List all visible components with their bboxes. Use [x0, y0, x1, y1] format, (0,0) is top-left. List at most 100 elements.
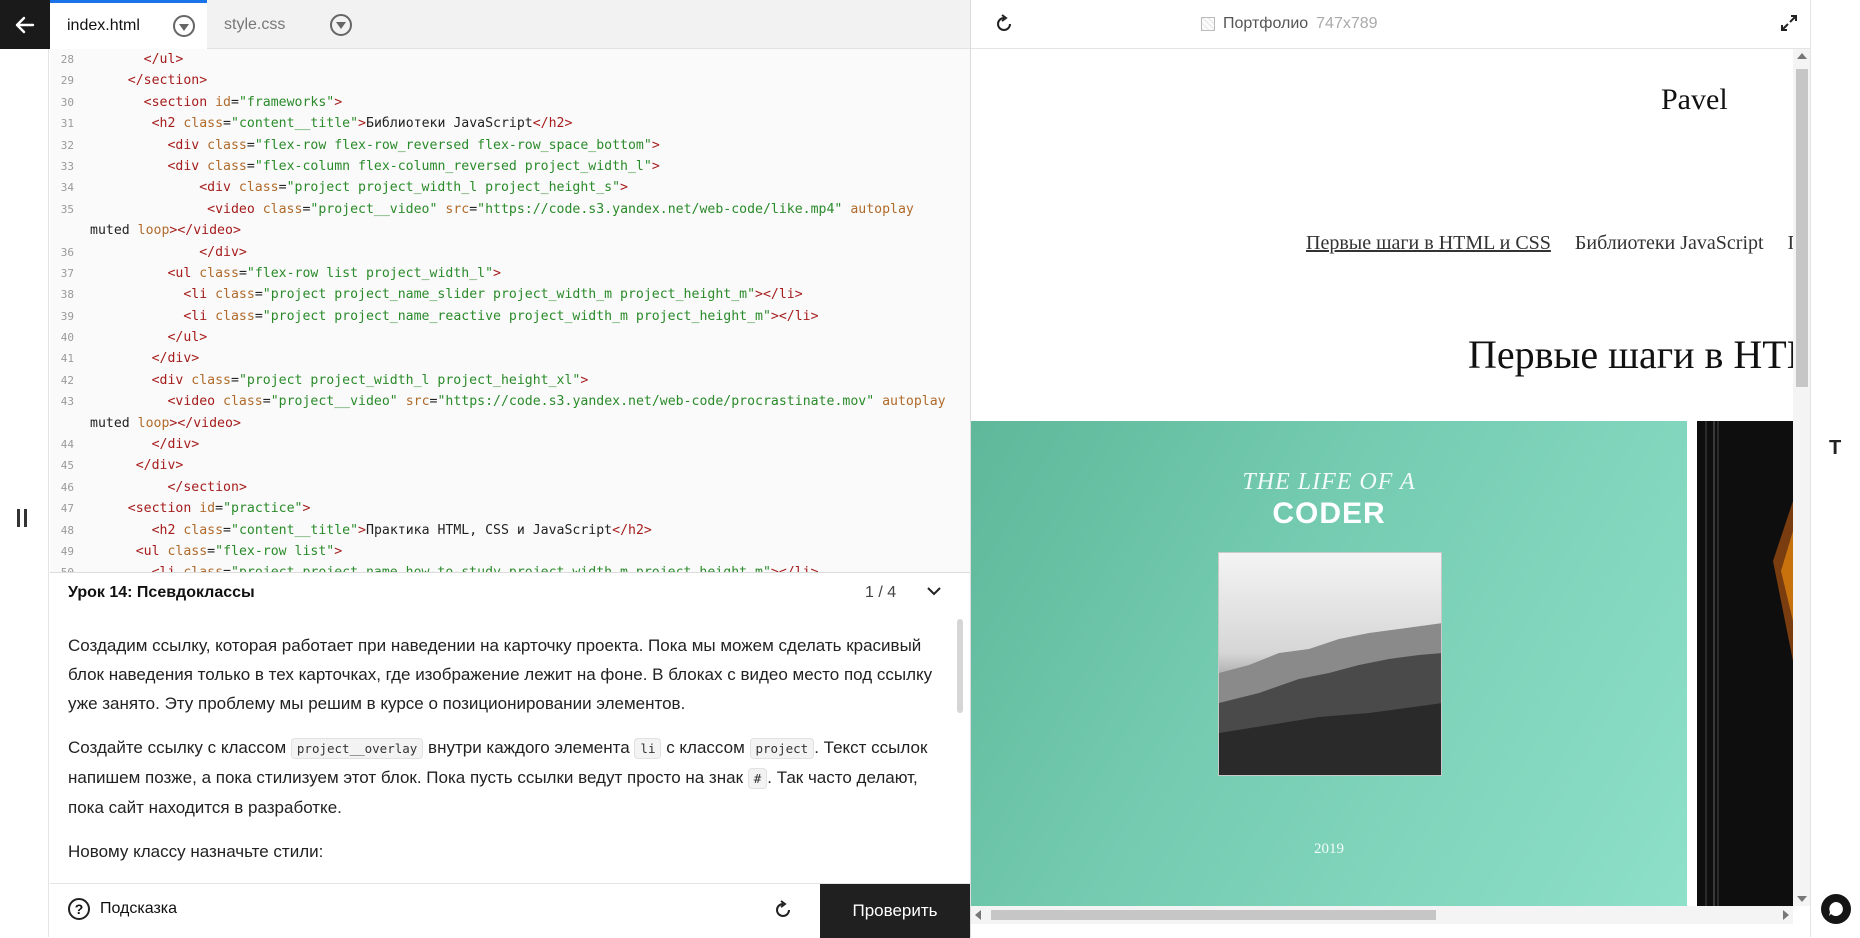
- code-line[interactable]: 50 <li class="project project_name_how-t…: [50, 562, 970, 572]
- reset-icon[interactable]: [772, 899, 794, 921]
- code-text: <li class="project project_name_reactive…: [183, 308, 819, 324]
- back-button[interactable]: [0, 0, 50, 49]
- tab-index-html[interactable]: index.html: [50, 0, 207, 49]
- project-card[interactable]: THE LIFE OF A CODER 2019: [971, 421, 1687, 906]
- code-line[interactable]: 32 <div class="flex-row flex-row_reverse…: [50, 135, 970, 156]
- line-number: 47: [60, 502, 74, 516]
- code-line[interactable]: muted loop></video>: [50, 220, 970, 241]
- code-text: <ul class="flex-row list project_width_l…: [167, 265, 501, 281]
- expand-icon[interactable]: [1779, 13, 1799, 33]
- code-line[interactable]: 44 </div>: [50, 434, 970, 455]
- tab-label: style.css: [224, 15, 286, 33]
- line-number: 32: [60, 138, 74, 152]
- lesson-title: Урок 14: Псевдоклассы: [68, 584, 255, 601]
- card-year: 2019: [1314, 841, 1344, 857]
- code-line[interactable]: muted loop></video>: [50, 413, 970, 434]
- preview-vertical-scrollbar[interactable]: [1793, 49, 1811, 906]
- code-text: <div class="flex-column flex-column_reve…: [167, 158, 660, 174]
- hint-button[interactable]: ? Подсказка: [68, 898, 177, 920]
- code-text: <div class="project project_width_l proj…: [199, 180, 628, 196]
- line-number: 40: [60, 331, 74, 345]
- preview-panel: Портфолио 747x789 Pavel Первые шаги в HT…: [970, 0, 1811, 937]
- preview-viewport[interactable]: Pavel Первые шаги в HTML и CSS Библиотек…: [971, 49, 1793, 906]
- chevron-down-icon[interactable]: [173, 15, 195, 37]
- nav-link[interactable]: Первые шаги в HTML и CSS: [1306, 232, 1551, 255]
- code-text: <section id="frameworks">: [143, 94, 343, 110]
- line-number: 48: [60, 523, 74, 537]
- text-tool-button[interactable]: T: [1829, 437, 1841, 460]
- hint-label: Подсказка: [100, 900, 178, 917]
- code-text: <li class="project project_name_slider p…: [183, 287, 803, 303]
- section-heading: Первые шаги в HTM: [1468, 332, 1793, 377]
- code-line[interactable]: 37 <ul class="flex-row list project_widt…: [50, 263, 970, 284]
- chevron-down-icon[interactable]: [330, 13, 352, 36]
- back-arrow-icon: [15, 16, 35, 33]
- nav-link[interactable]: Библиотеки JavaScript: [1575, 232, 1764, 255]
- pause-icon[interactable]: [17, 509, 31, 527]
- chevron-down-icon[interactable]: [926, 583, 942, 599]
- code-line[interactable]: 47 <section id="practice">: [50, 498, 970, 519]
- code-text: <li class="project project_name_how-to-s…: [96, 562, 819, 572]
- line-number: 37: [60, 266, 74, 280]
- code-line[interactable]: 40 </ul>: [50, 327, 970, 348]
- check-button[interactable]: Проверить: [820, 884, 970, 938]
- code-line[interactable]: 33 <div class="flex-column flex-column_r…: [50, 156, 970, 177]
- preview-page-title: Портфолио: [1223, 15, 1309, 32]
- code-text: <video class="project__video" src="https…: [207, 201, 914, 217]
- code-line[interactable]: 35 <video class="project__video" src="ht…: [50, 199, 970, 220]
- code-line[interactable]: 38 <li class="project project_name_slide…: [50, 284, 970, 305]
- chat-button[interactable]: [1821, 894, 1851, 924]
- code-text: <div class="project project_width_l proj…: [151, 372, 589, 388]
- code-text: <h2 class="content__title">Библиотеки Ja…: [151, 116, 573, 132]
- preview-horizontal-scrollbar[interactable]: [971, 906, 1793, 924]
- lesson-paragraph: Создадим ссылку, которая работает при на…: [68, 636, 933, 713]
- lesson-scrollbar[interactable]: [957, 619, 963, 713]
- left-rail: [0, 49, 49, 937]
- code-text: muted loop></video>: [90, 223, 241, 239]
- code-text: <video class="project__video" src="https…: [167, 394, 946, 410]
- line-number: 35: [60, 202, 74, 216]
- code-text: </div>: [151, 437, 200, 453]
- code-line[interactable]: 49 <ul class="flex-row list">: [50, 541, 970, 562]
- lesson-paragraph: Создайте ссылку с классом project__overl…: [68, 738, 928, 817]
- editor-tabbar: index.html style.css: [50, 0, 970, 49]
- code-line[interactable]: 31 <h2 class="content__title">Библиотеки…: [50, 113, 970, 134]
- line-number: 39: [60, 309, 74, 323]
- code-line[interactable]: 42 <div class="project project_width_l p…: [50, 370, 970, 391]
- inline-code: project__overlay: [290, 738, 424, 759]
- line-number: 38: [60, 288, 74, 302]
- inline-code: li: [634, 738, 662, 759]
- code-text: <ul class="flex-row list">: [135, 543, 343, 559]
- code-line[interactable]: 43 <video class="project__video" src="ht…: [50, 391, 970, 412]
- code-area[interactable]: 28 </ul> 29 </section> 30 <section id="fra…: [50, 49, 970, 572]
- inline-code: #: [747, 768, 768, 789]
- code-line[interactable]: 36 </div>: [50, 242, 970, 263]
- code-text: </section>: [167, 479, 247, 495]
- code-line[interactable]: 28 </ul>: [50, 49, 970, 70]
- code-text: </div>: [135, 458, 184, 474]
- refresh-icon[interactable]: [993, 13, 1015, 35]
- card-image: [1218, 552, 1442, 776]
- lesson-panel: Урок 14: Псевдоклассы 1 / 4 Создадим ссы…: [50, 572, 970, 883]
- preview-title: Портфолио 747x789: [1201, 15, 1378, 33]
- code-text: <div class="flex-row flex-row_reversed f…: [167, 137, 660, 153]
- line-number: 30: [60, 95, 74, 109]
- code-line[interactable]: 45 </div>: [50, 455, 970, 476]
- code-line[interactable]: 48 <h2 class="content__title">Практика H…: [50, 520, 970, 541]
- code-line[interactable]: 46 </section>: [50, 477, 970, 498]
- code-editor: index.html style.css 28 </ul> 29 </sectio…: [50, 0, 970, 572]
- code-line[interactable]: 39 <li class="project project_name_react…: [50, 306, 970, 327]
- right-rail: T: [1810, 0, 1860, 937]
- code-line[interactable]: 34 <div class="project project_width_l p…: [50, 177, 970, 198]
- code-line[interactable]: 29 </section>: [50, 70, 970, 91]
- code-line[interactable]: 30 <section id="frameworks">: [50, 92, 970, 113]
- help-icon: ?: [68, 898, 90, 920]
- code-line[interactable]: 41 </div>: [50, 348, 970, 369]
- line-number: 34: [60, 181, 74, 195]
- page-icon: [1201, 17, 1215, 31]
- code-text: </ul>: [143, 52, 184, 67]
- project-card-video[interactable]: [1697, 421, 1793, 906]
- site-nav: Первые шаги в HTML и CSS Библиотеки Java…: [1306, 232, 1793, 255]
- lesson-header[interactable]: Урок 14: Псевдоклассы 1 / 4: [50, 573, 970, 613]
- tab-style-css[interactable]: style.css: [207, 0, 364, 49]
